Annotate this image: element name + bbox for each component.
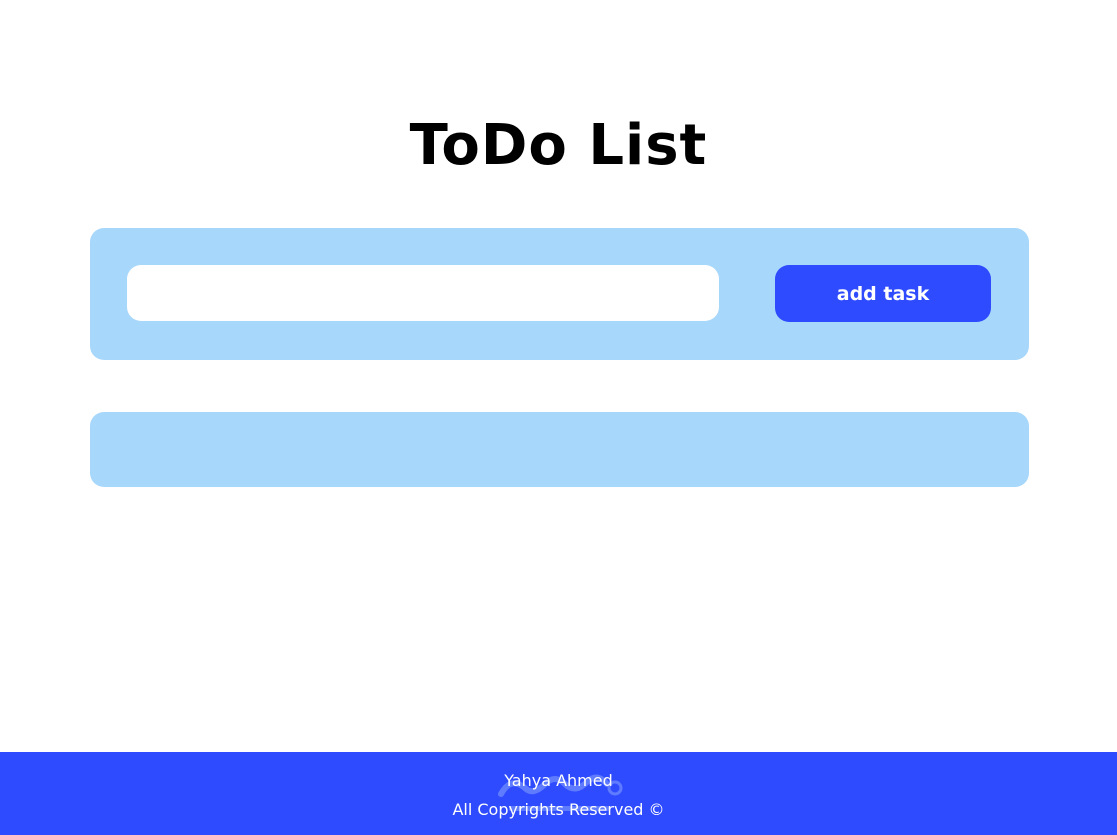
task-list (90, 412, 1029, 487)
task-input[interactable] (127, 265, 719, 321)
page-title: ToDo List (409, 113, 708, 178)
todo-page: ToDo List add task Yahya Ahmed All Copyr… (0, 0, 1117, 835)
footer-author: Yahya Ahmed (504, 771, 613, 790)
footer: Yahya Ahmed All Copyrights Reserved © (0, 752, 1117, 835)
add-task-panel: add task (90, 228, 1029, 360)
add-task-button[interactable]: add task (775, 265, 991, 322)
footer-copyright: All Copyrights Reserved © (452, 800, 665, 819)
